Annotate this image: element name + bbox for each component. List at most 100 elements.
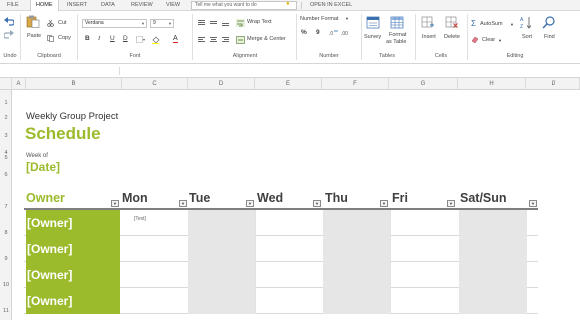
sat-sun-cell[interactable] <box>459 236 527 262</box>
merge-center-button[interactable]: Merge & Center <box>247 36 286 43</box>
column-header[interactable]: D <box>188 78 255 90</box>
row-header[interactable]: 2 <box>0 115 12 121</box>
thu-cell[interactable] <box>323 210 390 236</box>
borders-icon[interactable] <box>136 36 145 44</box>
fill-color-icon[interactable] <box>152 36 162 44</box>
date-placeholder[interactable]: [Date] <box>26 160 60 174</box>
cells-group-label: Cells <box>434 53 448 59</box>
bold-button[interactable]: B <box>85 35 90 43</box>
double-underline-button[interactable]: D <box>123 35 128 43</box>
owner-cell[interactable]: [Owner] <box>26 262 120 288</box>
tab-review[interactable]: REVIEW <box>131 0 153 11</box>
comma-style-button[interactable]: 9 <box>316 29 320 37</box>
sat-sun-cell[interactable] <box>459 288 527 314</box>
owner-cell[interactable]: [Owner] <box>26 288 120 314</box>
header-wed: Wed <box>257 191 284 205</box>
copy-button[interactable]: Copy <box>58 35 71 42</box>
survey-button[interactable]: Survey <box>364 34 381 41</box>
decimal-icons[interactable]: .0 .00 <box>329 29 351 37</box>
tue-cell[interactable] <box>188 262 255 288</box>
underline-button[interactable]: U <box>110 35 115 43</box>
formula-input[interactable] <box>122 67 575 75</box>
tell-me-search-input[interactable]: Tell me what you want to do <box>191 1 297 10</box>
tab-file[interactable]: FILE <box>7 0 19 11</box>
italic-button[interactable]: I <box>98 35 100 43</box>
column-header[interactable]: E <box>255 78 322 90</box>
thu-cell[interactable] <box>323 236 390 262</box>
row-header[interactable]: 5 <box>0 155 12 161</box>
delete-button[interactable]: Delete <box>444 34 460 41</box>
sat-sun-cell[interactable] <box>459 210 527 236</box>
find-button[interactable]: Find <box>544 34 555 41</box>
row-header[interactable]: 8 <box>0 230 12 236</box>
column-header[interactable]: G <box>389 78 458 90</box>
row-header[interactable]: 10 <box>0 282 12 288</box>
row-header[interactable]: 11 <box>0 308 12 314</box>
row-header[interactable]: 7 <box>0 204 12 210</box>
chevron-down-icon: ▼ <box>510 22 514 27</box>
tab-view[interactable]: VIEW <box>166 0 180 11</box>
insert-button[interactable]: Insert <box>422 34 436 41</box>
filter-dropdown-icon[interactable]: ▼ <box>447 200 455 207</box>
cell-border <box>255 262 256 288</box>
vertical-align-icons[interactable] <box>198 19 238 27</box>
font-size-select[interactable]: 9 ▼ <box>150 19 174 28</box>
table-row[interactable]: [Owner] <box>24 236 538 262</box>
chevron-down-icon: ▼ <box>141 21 145 26</box>
filter-dropdown-icon[interactable]: ▼ <box>529 200 537 207</box>
mon-cell-text[interactable]: [Text] <box>134 216 146 222</box>
worksheet[interactable]: Weekly Group Project Schedule Week of [D… <box>12 90 580 320</box>
svg-text:.0: .0 <box>329 31 333 37</box>
format-as-table-button-line2[interactable]: as Table <box>386 39 406 46</box>
column-header[interactable]: A <box>12 78 26 90</box>
column-header[interactable]: F <box>322 78 389 90</box>
horizontal-align-icons[interactable] <box>198 36 238 44</box>
tue-cell[interactable] <box>188 288 255 314</box>
format-as-table-icon <box>390 16 404 29</box>
row-header[interactable]: 6 <box>0 172 12 178</box>
number-format-select[interactable]: Number Format <box>300 16 339 23</box>
format-as-table-button[interactable]: Format <box>389 32 406 39</box>
thu-cell[interactable] <box>323 288 390 314</box>
paste-icon[interactable] <box>26 15 40 28</box>
tab-insert[interactable]: INSERT <box>67 0 87 11</box>
column-header[interactable]: B <box>26 78 122 90</box>
font-name-select[interactable]: Verdana ▼ <box>82 19 147 28</box>
filter-dropdown-icon[interactable]: ▼ <box>179 200 187 207</box>
sort-button[interactable]: Sort <box>522 34 532 41</box>
redo-icon[interactable] <box>4 30 14 39</box>
clear-button[interactable]: Clear <box>482 37 495 44</box>
table-row[interactable]: [Owner] [Text] <box>24 210 538 236</box>
name-box[interactable] <box>22 67 120 75</box>
owner-cell[interactable]: [Owner] <box>26 210 120 236</box>
column-header[interactable]: IJ <box>526 78 580 90</box>
percent-button[interactable]: % <box>301 29 307 37</box>
tab-data[interactable]: DATA <box>101 0 115 11</box>
open-in-excel-button[interactable]: OPEN IN EXCEL <box>310 0 352 11</box>
header-sat-sun: Sat/Sun <box>460 191 507 205</box>
filter-dropdown-icon[interactable]: ▼ <box>313 200 321 207</box>
wrap-text-button[interactable]: Wrap Text <box>247 19 272 26</box>
table-row[interactable]: [Owner] <box>24 288 538 314</box>
sat-sun-cell[interactable] <box>459 262 527 288</box>
filter-dropdown-icon[interactable]: ▼ <box>246 200 254 207</box>
paste-button[interactable]: Paste <box>27 33 41 40</box>
row-header[interactable]: 3 <box>0 133 12 139</box>
column-header[interactable]: C <box>122 78 188 90</box>
filter-dropdown-icon[interactable]: ▼ <box>111 200 119 207</box>
thu-cell[interactable] <box>323 262 390 288</box>
owner-cell[interactable]: [Owner] <box>26 236 120 262</box>
tue-cell[interactable] <box>188 210 255 236</box>
select-all-corner[interactable] <box>0 78 12 90</box>
column-header[interactable]: H <box>458 78 526 90</box>
table-row[interactable]: [Owner] <box>24 262 538 288</box>
cut-button[interactable]: Cut <box>58 20 67 27</box>
row-header[interactable]: 9 <box>0 256 12 262</box>
row-header[interactable]: 1 <box>0 100 12 106</box>
tue-cell[interactable] <box>188 236 255 262</box>
autosum-button[interactable]: AutoSum <box>480 21 503 28</box>
undo-icon[interactable] <box>4 17 14 26</box>
filter-dropdown-icon[interactable]: ▼ <box>380 200 388 207</box>
font-color-button[interactable]: A <box>173 35 178 43</box>
cell-border <box>390 236 391 262</box>
